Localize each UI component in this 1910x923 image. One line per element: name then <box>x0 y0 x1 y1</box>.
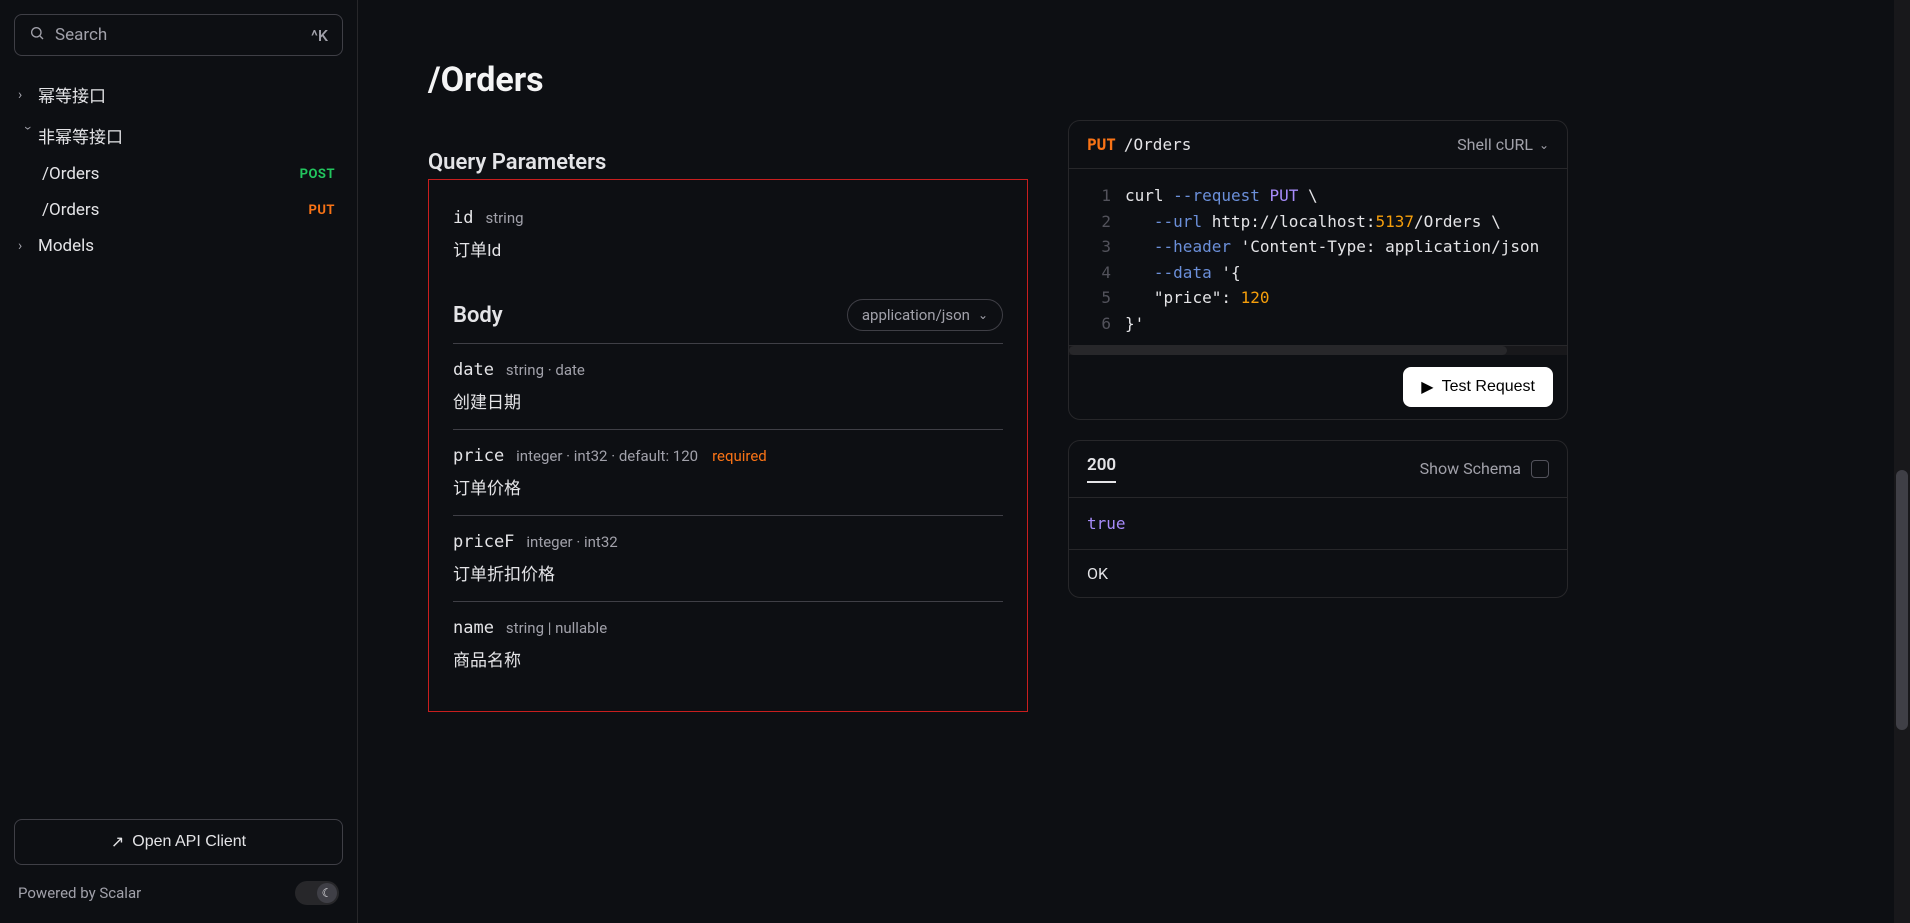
search-placeholder: Search <box>55 25 311 45</box>
response-desc: OK <box>1069 549 1567 597</box>
chevron-down-icon: ⌄ <box>978 308 988 322</box>
language-label: Shell cURL <box>1457 135 1533 154</box>
param-date: date string · date 创建日期 <box>453 343 1003 429</box>
param-desc: 订单折扣价格 <box>453 560 1003 585</box>
chevron-down-icon: ⌄ <box>1539 138 1549 152</box>
param-id: id string 订单Id <box>453 194 1003 277</box>
code-path: /Orders <box>1124 135 1191 154</box>
vertical-scrollbar[interactable] <box>1894 0 1910 923</box>
open-api-client-button[interactable]: ↗ Open API Client <box>14 819 343 865</box>
param-type: string · date <box>506 361 585 379</box>
powered-by: Powered by Scalar <box>18 884 141 902</box>
play-icon: ▶ <box>1421 377 1433 397</box>
param-type: integer · int32 <box>526 533 617 551</box>
nav-group-models[interactable]: › Models <box>14 228 343 264</box>
nav-group-label: Models <box>38 236 94 256</box>
code-panel: PUT /Orders Shell cURL ⌄ 1curl --request… <box>1068 120 1568 420</box>
nav-item-orders-put[interactable]: /Orders PUT <box>14 192 343 228</box>
content-left: /Orders Query Parameters id string 订单Id … <box>428 60 1028 923</box>
response-header: 200 Show Schema <box>1069 441 1567 497</box>
theme-toggle[interactable]: ☾ <box>295 881 339 905</box>
param-desc: 订单Id <box>453 236 1003 261</box>
param-name: name <box>453 618 494 638</box>
response-status-tab[interactable]: 200 <box>1087 455 1116 483</box>
param-price: price integer · int32 · default: 120 req… <box>453 429 1003 515</box>
nav-item-orders-post[interactable]: /Orders POST <box>14 156 343 192</box>
chevron-right-icon: › <box>18 238 38 254</box>
nav-group-label: 幂等接口 <box>38 82 106 107</box>
scrollbar-thumb[interactable] <box>1896 470 1908 730</box>
sidebar: Search ^K › 幂等接口 › 非幂等接口 /Orders POST /O… <box>0 0 358 923</box>
sidebar-footer: ↗ Open API Client Powered by Scalar ☾ <box>14 807 343 909</box>
test-request-button[interactable]: ▶ Test Request <box>1403 367 1553 407</box>
response-body: true <box>1069 497 1567 549</box>
content-right: PUT /Orders Shell cURL ⌄ 1curl --request… <box>1068 60 1568 923</box>
body-heading: Body <box>453 303 503 328</box>
content-type-label: application/json <box>862 306 970 324</box>
response-panel: 200 Show Schema true OK <box>1068 440 1568 598</box>
param-name: priceF <box>453 532 514 552</box>
param-desc: 创建日期 <box>453 388 1003 413</box>
param-type: integer · int32 · default: 120 <box>516 447 698 465</box>
nav-item-label: /Orders <box>42 200 99 220</box>
code-body[interactable]: 1curl --request PUT \ 2 --url http://loc… <box>1069 169 1567 345</box>
nav-group-non-idempotent[interactable]: › 非幂等接口 <box>14 115 343 156</box>
param-type: string | nullable <box>506 619 607 637</box>
content-type-select[interactable]: application/json ⌄ <box>847 299 1003 331</box>
nav-item-label: /Orders <box>42 164 99 184</box>
search-icon <box>29 25 45 45</box>
nav-group-label: 非幂等接口 <box>38 123 123 148</box>
test-request-label: Test Request <box>1442 378 1535 396</box>
main-content: /Orders Query Parameters id string 订单Id … <box>358 0 1910 923</box>
nav-group-idempotent[interactable]: › 幂等接口 <box>14 74 343 115</box>
show-schema-label: Show Schema <box>1420 459 1521 478</box>
code-panel-header: PUT /Orders Shell cURL ⌄ <box>1069 121 1567 169</box>
param-priceF: priceF integer · int32 订单折扣价格 <box>453 515 1003 601</box>
param-required: required <box>712 447 767 465</box>
highlighted-region: id string 订单Id Body application/json ⌄ d… <box>428 179 1028 712</box>
search-shortcut: ^K <box>311 26 328 45</box>
code-method: PUT <box>1087 135 1116 154</box>
param-name: price <box>453 446 504 466</box>
moon-icon: ☾ <box>317 883 337 903</box>
param-desc: 订单价格 <box>453 474 1003 499</box>
page-title: /Orders <box>428 60 1028 100</box>
query-params-heading: Query Parameters <box>428 150 1028 175</box>
code-horizontal-scrollbar[interactable] <box>1069 345 1567 355</box>
chevron-right-icon: › <box>18 87 38 103</box>
param-desc: 商品名称 <box>453 646 1003 671</box>
param-name: date <box>453 360 494 380</box>
param-name: id <box>453 208 473 228</box>
param-type: string <box>485 209 523 227</box>
language-select[interactable]: Shell cURL ⌄ <box>1457 135 1549 154</box>
body-header: Body application/json ⌄ <box>453 277 1003 343</box>
open-api-label: Open API Client <box>132 833 246 851</box>
chevron-down-icon: › <box>20 126 36 146</box>
method-badge: POST <box>300 167 335 182</box>
show-schema-toggle[interactable]: Show Schema <box>1420 459 1549 478</box>
search-input[interactable]: Search ^K <box>14 14 343 56</box>
external-link-icon: ↗ <box>111 832 124 852</box>
method-badge: PUT <box>308 203 335 218</box>
checkbox-icon <box>1531 460 1549 478</box>
param-name-field: name string | nullable 商品名称 <box>453 601 1003 687</box>
nav: › 幂等接口 › 非幂等接口 /Orders POST /Orders PUT … <box>14 74 343 807</box>
